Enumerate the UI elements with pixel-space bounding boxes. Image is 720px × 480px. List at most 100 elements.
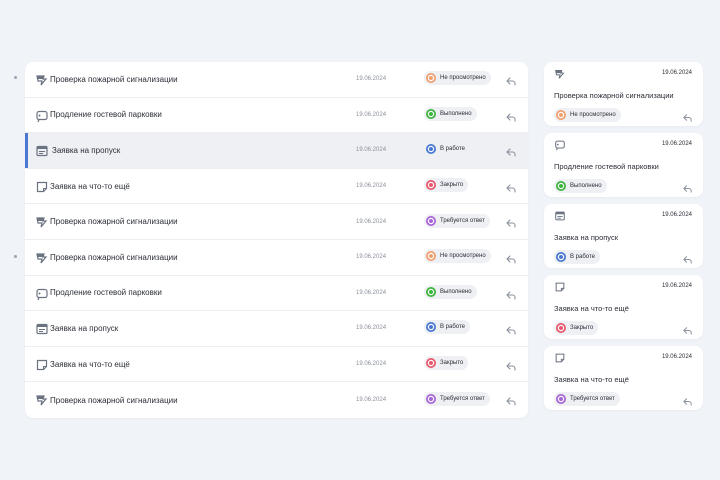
request-card[interactable]: 19.06.2024 Заявка на что-то ещё Закрыто xyxy=(544,275,703,339)
status-cell: Не просмотрено xyxy=(424,248,491,266)
request-card[interactable]: 19.06.2024 Продление гостевой парковки Вып… xyxy=(544,133,703,197)
requests-cards: 19.06.2024 Проверка пожарной сигнализации… xyxy=(544,62,703,417)
status-badge: Требуется ответ xyxy=(424,392,490,407)
status-label: Требуется ответ xyxy=(440,396,485,403)
reply-icon[interactable] xyxy=(682,252,693,264)
request-title: Проверка пожарной сигнализации xyxy=(554,91,674,100)
pass-icon xyxy=(554,209,566,221)
request-title: Заявка на пропуск xyxy=(50,323,119,333)
request-date: 19.06.2024 xyxy=(356,325,387,332)
status-badge: Выполнено xyxy=(424,284,477,299)
reply-icon[interactable] xyxy=(505,181,517,193)
not-viewed-status-icon xyxy=(556,110,566,120)
parking-icon xyxy=(35,287,49,301)
request-title: Проверка пожарной сигнализации xyxy=(50,217,178,227)
reply-icon[interactable] xyxy=(505,216,517,228)
request-card[interactable]: 19.06.2024 Заявка на пропуск В работе xyxy=(544,204,703,268)
request-date: 19.06.2024 xyxy=(356,289,387,296)
request-title: Проверка пожарной сигнализации xyxy=(50,74,178,84)
status-badge: Не просмотрено xyxy=(424,249,491,264)
request-date: 19.06.2024 xyxy=(661,141,692,147)
reply-icon[interactable] xyxy=(505,74,517,86)
table-row[interactable]: Заявка на что-то ещё 19.06.2024 Закрыто xyxy=(25,347,528,383)
status-cell: Требуется ответ xyxy=(554,391,620,409)
request-card[interactable]: 19.06.2024 Проверка пожарной сигнализации… xyxy=(544,62,703,126)
request-title: Заявка на что-то ещё xyxy=(554,304,629,313)
status-label: Выполнено xyxy=(440,110,472,117)
requests-table: Проверка пожарной сигнализации 19.06.2024… xyxy=(25,62,528,418)
status-cell: Выполнено xyxy=(554,178,607,196)
parking-icon xyxy=(554,138,566,151)
status-label: Не просмотрено xyxy=(440,75,486,82)
request-date: 19.06.2024 xyxy=(661,283,692,289)
status-badge: Выполнено xyxy=(424,106,477,121)
status-label: Выполнено xyxy=(440,288,472,295)
fire-alarm-icon xyxy=(554,67,566,79)
status-cell: Не просмотрено xyxy=(554,107,621,125)
request-title: Продление гостевой парковки xyxy=(50,110,162,120)
reply-icon[interactable] xyxy=(505,110,517,122)
table-row[interactable]: Заявка на что-то ещё 19.06.2024 Закрыто xyxy=(25,169,528,205)
reply-icon[interactable] xyxy=(682,323,693,335)
done-status-icon xyxy=(556,181,566,191)
table-row[interactable]: Продление гостевой парковки 19.06.2024 Вып… xyxy=(25,276,528,312)
in-progress-status-icon xyxy=(426,322,436,333)
request-title: Проверка пожарной сигнализации xyxy=(50,252,178,262)
request-date: 19.06.2024 xyxy=(356,361,387,368)
status-cell: Закрыто xyxy=(554,320,599,338)
note-icon xyxy=(554,351,566,363)
request-title: Заявка на пропуск xyxy=(554,233,619,242)
status-cell: Выполнено xyxy=(424,106,477,124)
reply-icon[interactable] xyxy=(505,145,517,157)
table-row[interactable]: Продление гостевой парковки 19.06.2024 Вып… xyxy=(25,98,528,134)
request-title: Заявка на что-то ещё xyxy=(50,359,130,369)
request-title: Заявка на что-то ещё xyxy=(50,181,130,191)
status-label: В работе xyxy=(570,254,596,260)
status-badge: Требуется ответ xyxy=(424,213,490,228)
request-title: Продление гостевой парковки xyxy=(554,162,659,171)
status-label: Закрыто xyxy=(440,182,464,189)
status-badge: Выполнено xyxy=(554,179,607,193)
reply-icon[interactable] xyxy=(505,252,517,264)
not-viewed-status-icon xyxy=(426,251,436,262)
table-row[interactable]: Проверка пожарной сигнализации 19.06.2024… xyxy=(25,62,528,98)
table-row[interactable]: Заявка на пропуск 19.06.2024 В работе xyxy=(25,311,528,347)
request-card[interactable]: 19.06.2024 Заявка на что-то ещё Требуется … xyxy=(544,346,703,410)
closed-status-icon xyxy=(556,323,566,333)
table-row[interactable]: Проверка пожарной сигнализации 19.06.2024… xyxy=(25,204,528,240)
parking-icon xyxy=(35,109,49,123)
request-title: Проверка пожарной сигнализации xyxy=(50,395,178,405)
reply-icon[interactable] xyxy=(682,110,693,122)
status-label: Требуется ответ xyxy=(570,396,615,402)
table-row[interactable]: Проверка пожарной сигнализации 19.06.2024… xyxy=(25,240,528,276)
request-title: Заявка на пропуск xyxy=(52,145,121,155)
status-label: Выполнено xyxy=(570,183,602,189)
closed-status-icon xyxy=(426,180,436,191)
reply-icon[interactable] xyxy=(682,181,693,193)
status-cell: В работе xyxy=(424,319,471,337)
status-cell: Требуется ответ xyxy=(424,391,490,409)
done-status-icon xyxy=(426,108,436,119)
request-date: 19.06.2024 xyxy=(356,397,387,404)
request-date: 19.06.2024 xyxy=(356,254,387,261)
status-label: Требуется ответ xyxy=(440,217,485,224)
table-row[interactable]: Проверка пожарной сигнализации 19.06.2024… xyxy=(25,382,528,418)
status-cell: Не просмотрено xyxy=(424,70,491,88)
reply-icon[interactable] xyxy=(505,359,517,371)
request-title: Заявка на что-то ещё xyxy=(554,375,629,384)
reply-icon[interactable] xyxy=(505,394,517,406)
request-date: 19.06.2024 xyxy=(356,218,387,225)
status-badge: В работе xyxy=(424,142,471,157)
status-label: Закрыто xyxy=(440,360,464,367)
fire-alarm-icon xyxy=(35,215,49,229)
table-row[interactable]: Заявка на пропуск 19.06.2024 В работе xyxy=(25,133,528,169)
request-date: 19.06.2024 xyxy=(356,183,387,190)
reply-icon[interactable] xyxy=(505,288,517,300)
status-badge: Закрыто xyxy=(554,321,599,335)
status-cell: Требуется ответ xyxy=(424,213,490,231)
status-cell: В работе xyxy=(424,141,471,159)
reply-icon[interactable] xyxy=(505,323,517,335)
reply-icon[interactable] xyxy=(682,394,693,406)
status-label: Закрыто xyxy=(570,325,594,331)
answer-required-status-icon xyxy=(426,215,436,226)
